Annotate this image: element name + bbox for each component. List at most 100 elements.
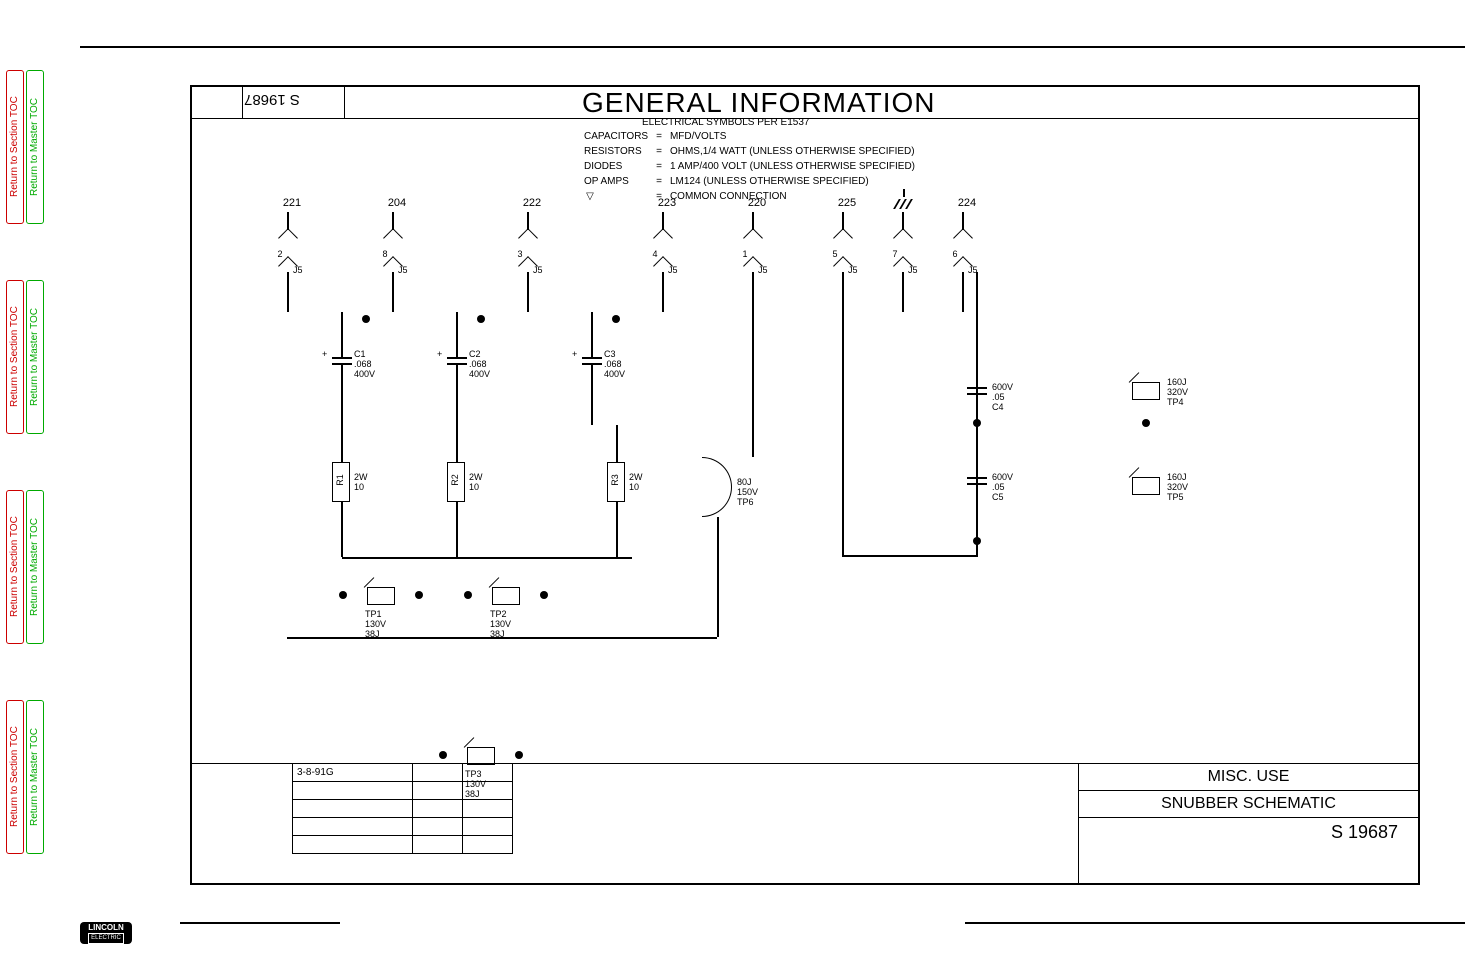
node xyxy=(464,591,472,599)
wire xyxy=(962,272,964,312)
wire xyxy=(341,502,343,557)
side-nav: Return to Section TOC Return to Master T… xyxy=(0,0,50,954)
wire xyxy=(341,425,343,462)
pin-arrow-icon xyxy=(743,228,763,248)
return-master-toc[interactable]: Return to Master TOC xyxy=(26,490,44,644)
r1-val: 2W10 xyxy=(354,472,368,492)
wire xyxy=(616,425,618,462)
connector-label: J5 xyxy=(668,265,678,275)
connector-label: J5 xyxy=(398,265,408,275)
divider xyxy=(344,87,345,119)
wire-label: 222 xyxy=(517,197,547,209)
c1-label: C1.068400V xyxy=(354,349,375,379)
wire xyxy=(456,365,458,425)
tp1-label: TP1130V38J xyxy=(365,609,386,639)
c2-label: C2.068400V xyxy=(469,349,490,379)
r2-name: R2 xyxy=(450,474,460,486)
pin-number: 7 xyxy=(890,249,900,259)
top-rule xyxy=(80,46,1465,48)
drawing-number-rotated: S 19687 xyxy=(244,91,300,108)
tp2 xyxy=(492,587,520,605)
wire-label: 223 xyxy=(652,197,682,209)
wire xyxy=(287,637,717,639)
tp2-label: TP2130V38J xyxy=(490,609,511,639)
return-master-toc[interactable]: Return to Master TOC xyxy=(26,70,44,224)
connector-label: J5 xyxy=(293,265,303,275)
title-line2: SNUBBER SCHEMATIC xyxy=(1079,791,1418,818)
wire xyxy=(976,272,978,557)
return-master-toc[interactable]: Return to Master TOC xyxy=(26,280,44,434)
wire xyxy=(591,312,593,357)
wire xyxy=(717,517,719,637)
wire xyxy=(752,272,754,457)
pin-number: 4 xyxy=(650,249,660,259)
pin-number: 6 xyxy=(950,249,960,259)
pin-number: 1 xyxy=(740,249,750,259)
divider xyxy=(242,87,243,119)
pin-arrow-icon xyxy=(518,228,538,248)
r3-name: R3 xyxy=(610,474,620,486)
wire xyxy=(456,425,458,462)
wire xyxy=(456,312,458,357)
node xyxy=(362,315,370,323)
node xyxy=(612,315,620,323)
drawing-number: S 19687 xyxy=(1079,818,1418,847)
wire-label: 204 xyxy=(382,197,412,209)
c3-label: C3.068400V xyxy=(604,349,625,379)
wire xyxy=(456,502,458,557)
footer-rule xyxy=(180,922,340,924)
tp1 xyxy=(367,587,395,605)
node xyxy=(540,591,548,599)
polarity-plus: + xyxy=(437,349,442,359)
wire-label: 225 xyxy=(832,197,862,209)
pin-number: 2 xyxy=(275,249,285,259)
wire xyxy=(902,272,904,312)
wire xyxy=(842,555,978,557)
node xyxy=(339,591,347,599)
tp6-body xyxy=(702,457,732,517)
chassis-ground-icon xyxy=(894,197,914,209)
revision-table: 3-8-91G xyxy=(292,763,513,854)
c5-label: 600V.05C5 xyxy=(992,472,1013,502)
general-subtitle: ELECTRICAL SYMBOLS PER E1537 xyxy=(642,117,935,128)
connector-label: J5 xyxy=(848,265,858,275)
tp5-label: 160J320VTP5 xyxy=(1167,472,1188,502)
wire xyxy=(591,365,593,425)
wire xyxy=(842,272,844,557)
polarity-plus: + xyxy=(322,349,327,359)
return-section-toc[interactable]: Return to Section TOC xyxy=(6,280,24,434)
pin-arrow-icon xyxy=(653,228,673,248)
node xyxy=(1142,419,1150,427)
return-master-toc[interactable]: Return to Master TOC xyxy=(26,700,44,854)
title-right: MISC. USE SNUBBER SCHEMATIC S 19687 xyxy=(1078,764,1418,883)
wire-label: 221 xyxy=(277,197,307,209)
node xyxy=(439,751,447,759)
wire-label: 220 xyxy=(742,197,772,209)
connector-label: J5 xyxy=(908,265,918,275)
wire xyxy=(527,272,529,312)
footer-rule xyxy=(965,922,1465,924)
tp6-label: 80J150VTP6 xyxy=(737,477,758,507)
return-section-toc[interactable]: Return to Section TOC xyxy=(6,490,24,644)
title-line1: MISC. USE xyxy=(1079,764,1418,791)
pin-arrow-icon xyxy=(953,228,973,248)
r2-val: 2W10 xyxy=(469,472,483,492)
tp4-label: 160J320VTP4 xyxy=(1167,377,1188,407)
wire xyxy=(616,502,618,557)
wire xyxy=(342,557,632,559)
return-section-toc[interactable]: Return to Section TOC xyxy=(6,70,24,224)
node xyxy=(477,315,485,323)
wire-label: 224 xyxy=(952,197,982,209)
r1-name: R1 xyxy=(335,474,345,486)
node xyxy=(415,591,423,599)
wire xyxy=(287,272,289,312)
general-title: GENERAL INFORMATION xyxy=(582,89,935,117)
pin-arrow-icon xyxy=(278,228,298,248)
title-block: 3-8-91G MISC. USE SNUBBER SCHEMATIC S 19… xyxy=(192,763,1418,883)
tp5 xyxy=(1132,477,1160,495)
pin-arrow-icon xyxy=(383,228,403,248)
polarity-plus: + xyxy=(572,349,577,359)
c4-label: 600V.05C4 xyxy=(992,382,1013,412)
return-section-toc[interactable]: Return to Section TOC xyxy=(6,700,24,854)
pin-number: 3 xyxy=(515,249,525,259)
